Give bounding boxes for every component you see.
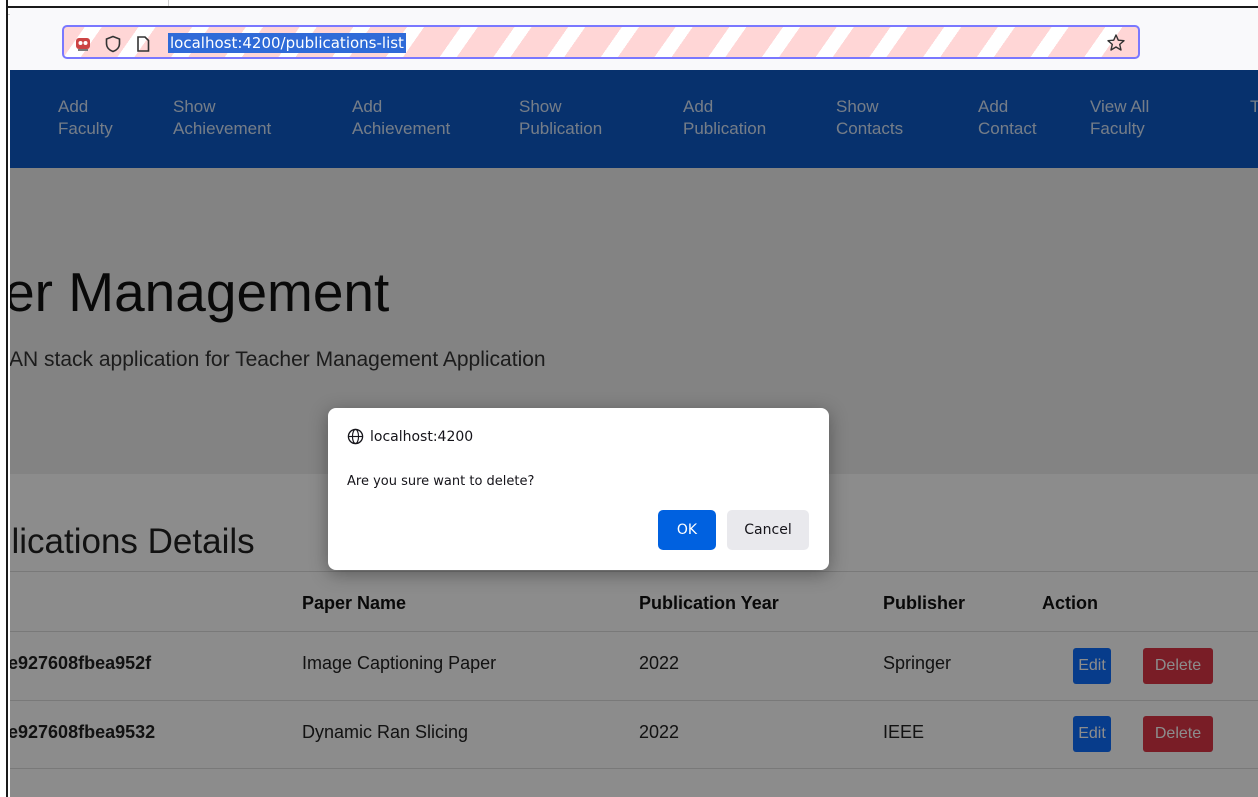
extension-icon[interactable] bbox=[74, 35, 92, 53]
url-text[interactable]: localhost:4200/publications-list bbox=[168, 33, 406, 53]
dialog-origin: localhost:4200 bbox=[370, 429, 474, 445]
cancel-button[interactable]: Cancel bbox=[727, 510, 809, 550]
window-border-left bbox=[0, 0, 8, 797]
bookmark-star-icon[interactable] bbox=[1106, 33, 1126, 53]
dialog-message: Are you sure want to delete? bbox=[347, 474, 535, 489]
url-bar[interactable]: localhost:4200/publications-list bbox=[62, 25, 1140, 59]
browser-toolbar: localhost:4200/publications-list bbox=[10, 8, 1258, 70]
shield-icon[interactable] bbox=[104, 35, 122, 53]
ok-button[interactable]: OK bbox=[658, 510, 716, 550]
page-icon[interactable] bbox=[134, 35, 152, 53]
confirm-dialog: localhost:4200 Are you sure want to dele… bbox=[328, 408, 829, 570]
globe-icon bbox=[347, 428, 364, 445]
